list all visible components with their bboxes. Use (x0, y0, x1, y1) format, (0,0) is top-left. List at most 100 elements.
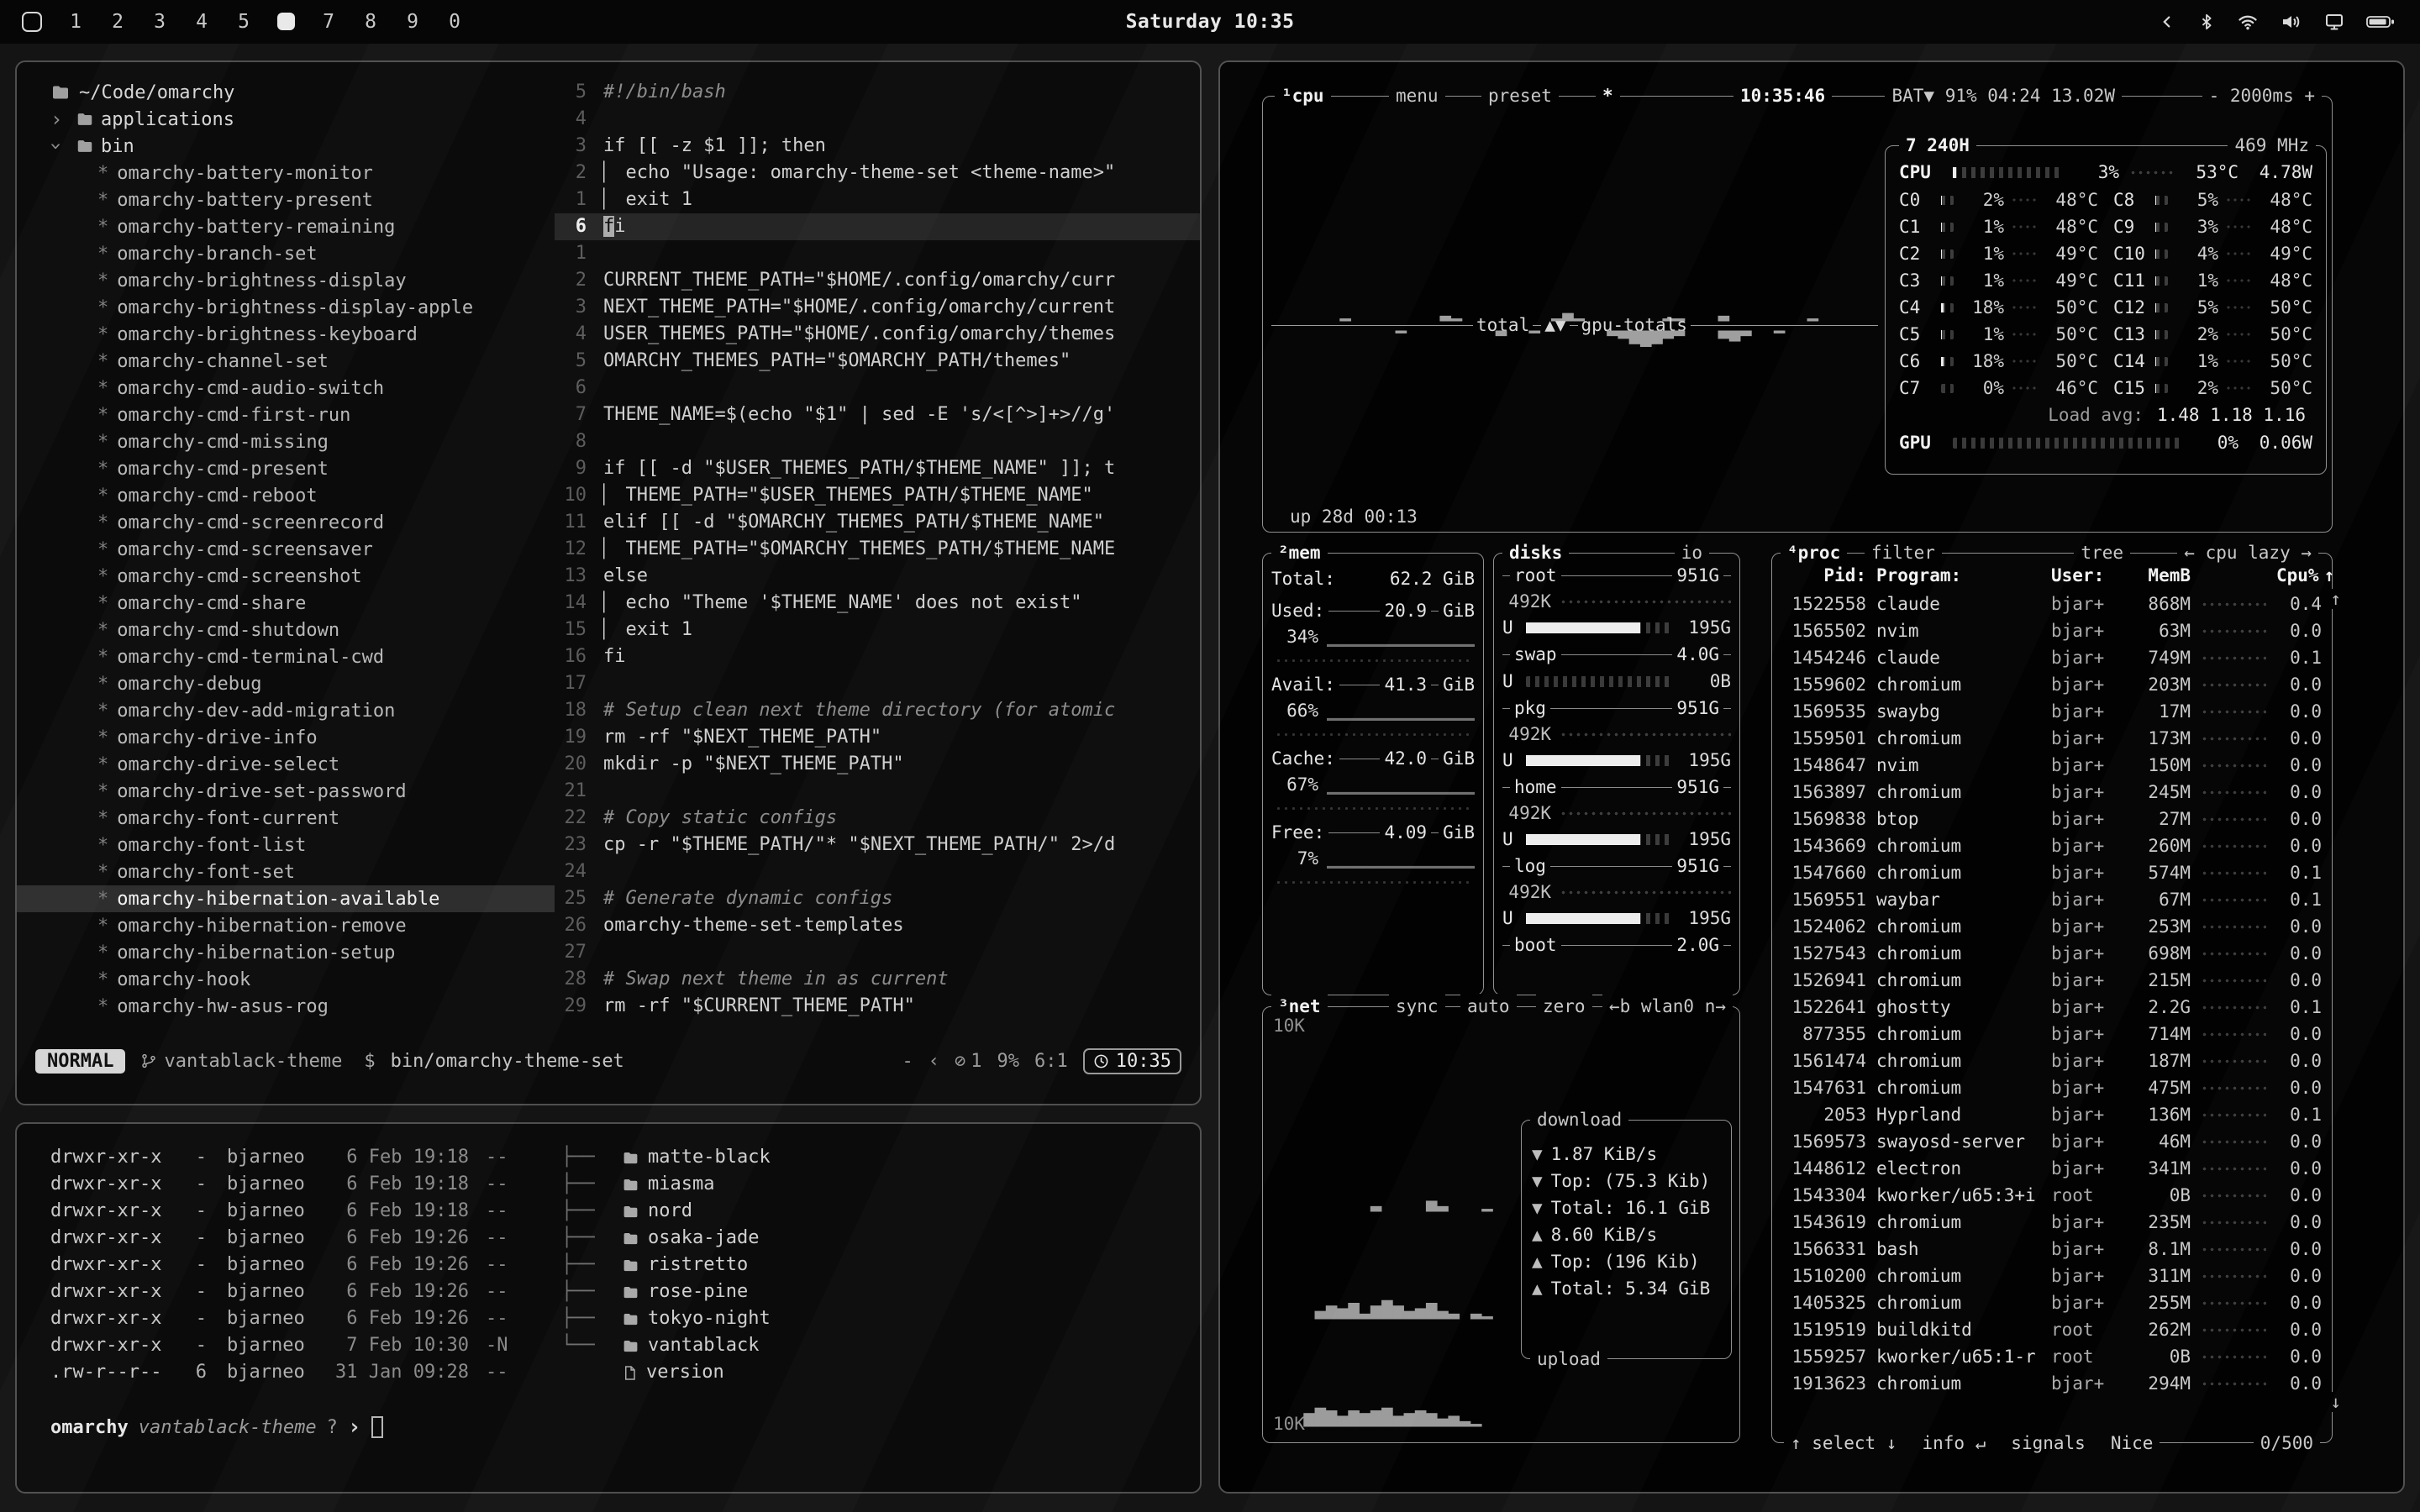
tree-item[interactable]: omarchy-cmd-share (17, 590, 555, 617)
tree-item[interactable]: omarchy-drive-select (17, 751, 555, 778)
process-row[interactable]: 2053 Hyprland bjar+ 136M 0.1 (1782, 1101, 2322, 1128)
tree-item[interactable]: omarchy-cmd-reboot (17, 482, 555, 509)
tree-item[interactable]: omarchy-hibernation-available (17, 885, 555, 912)
process-row[interactable]: 1519519 buildkitd root 262M 0.0 (1782, 1316, 2322, 1343)
net-interface-switcher[interactable]: ←b wlan0 n→ (1602, 994, 1733, 1019)
process-row[interactable]: 1543304 kworker/u65:3+i root 0B 0.0 (1782, 1182, 2322, 1209)
tree-item[interactable]: omarchy-drive-set-password (17, 778, 555, 805)
tree-item[interactable]: omarchy-brightness-display (17, 267, 555, 294)
filter-button[interactable]: filter (1865, 540, 1942, 565)
tree-item[interactable]: omarchy-branch-set (17, 240, 555, 267)
os-logo-icon[interactable] (22, 12, 42, 32)
tree-item[interactable]: omarchy-hibernation-setup (17, 939, 555, 966)
tree-item[interactable]: omarchy-cmd-missing (17, 428, 555, 455)
process-row[interactable]: 1569573 swayosd-server bjar+ 46M 0.0 (1782, 1128, 2322, 1155)
workspace-button[interactable]: 0 (446, 11, 463, 33)
process-row[interactable]: 1569551 waybar bjar+ 67M 0.1 (1782, 886, 2322, 913)
tree-item[interactable]: omarchy-debug (17, 670, 555, 697)
tree-item[interactable]: bin (17, 133, 555, 160)
display-icon[interactable] (2324, 12, 2344, 32)
process-row[interactable]: 1522641 ghostty bjar+ 2.2G 0.1 (1782, 994, 2322, 1021)
net-zero-toggle[interactable]: zero (1536, 994, 1592, 1019)
tree-item[interactable]: omarchy-battery-remaining (17, 213, 555, 240)
process-row[interactable]: 1547660 chromium bjar+ 574M 0.1 (1782, 859, 2322, 886)
tree-item[interactable]: omarchy-brightness-keyboard (17, 321, 555, 348)
tree-item[interactable]: omarchy-cmd-first-run (17, 402, 555, 428)
volume-icon[interactable] (2281, 12, 2302, 32)
workspace-button[interactable]: 2 (109, 11, 126, 33)
workspace-button[interactable]: 5 (235, 11, 252, 33)
process-row[interactable]: 1405325 chromium bjar+ 255M 0.0 (1782, 1289, 2322, 1316)
workspace-button[interactable]: 9 (404, 11, 421, 33)
wifi-icon[interactable] (2237, 12, 2259, 32)
process-row[interactable]: 1563897 chromium bjar+ 245M 0.0 (1782, 779, 2322, 806)
preset-button[interactable]: preset (1481, 83, 1559, 108)
process-row[interactable]: 1559501 chromium bjar+ 173M 0.0 (1782, 725, 2322, 752)
net-sync-toggle[interactable]: sync (1389, 994, 1445, 1019)
command-line[interactable] (17, 1080, 1200, 1104)
process-row[interactable]: 1559257 kworker/u65:1-r root 0B 0.0 (1782, 1343, 2322, 1370)
tree-item[interactable]: omarchy-cmd-terminal-cwd (17, 643, 555, 670)
tree-item[interactable]: omarchy-hibernation-remove (17, 912, 555, 939)
tree-item[interactable]: applications (17, 106, 555, 133)
tree-item[interactable]: omarchy-cmd-screenshot (17, 563, 555, 590)
process-box-label[interactable]: ⁴proc (1781, 540, 1847, 565)
process-footer-action[interactable]: ↑ select ↓ (1791, 1431, 1897, 1456)
workspace-button[interactable]: 1 (67, 11, 84, 33)
process-row[interactable]: 1548647 nvim bjar+ 150M 0.0 (1782, 752, 2322, 779)
process-row[interactable]: 1561474 chromium bjar+ 187M 0.0 (1782, 1047, 2322, 1074)
tree-item[interactable]: omarchy-battery-monitor (17, 160, 555, 186)
tree-item[interactable]: omarchy-drive-info (17, 724, 555, 751)
process-row[interactable]: 1566331 bash bjar+ 8.1M 0.0 (1782, 1236, 2322, 1263)
bluetooth-icon[interactable] (2198, 12, 2215, 32)
sort-column-selector[interactable]: ← cpu lazy → (2177, 540, 2318, 565)
memory-box-label[interactable]: ²mem (1271, 540, 1328, 565)
process-row[interactable]: 1454246 claude bjar+ 749M 0.1 (1782, 644, 2322, 671)
process-row[interactable]: 1547631 chromium bjar+ 475M 0.0 (1782, 1074, 2322, 1101)
process-row[interactable]: 1559602 chromium bjar+ 203M 0.0 (1782, 671, 2322, 698)
tree-item[interactable]: omarchy-dev-add-migration (17, 697, 555, 724)
process-row[interactable]: 1913623 chromium bjar+ 294M 0.0 (1782, 1370, 2322, 1397)
tray-expand-icon[interactable] (2158, 13, 2176, 31)
cpu-box-label[interactable]: ¹cpu (1275, 83, 1331, 108)
tree-item[interactable]: omarchy-hw-asus-rog (17, 993, 555, 1020)
tree-item[interactable]: omarchy-font-current (17, 805, 555, 832)
tree-item[interactable]: omarchy-font-set (17, 858, 555, 885)
tree-item[interactable]: omarchy-brightness-display-apple (17, 294, 555, 321)
tree-item[interactable]: omarchy-hook (17, 966, 555, 993)
process-row[interactable]: 1524062 chromium bjar+ 253M 0.0 (1782, 913, 2322, 940)
workspace-button[interactable]: 3 (151, 11, 168, 33)
shell-prompt[interactable]: omarchy vantablack-theme ? › (50, 1415, 1200, 1440)
tree-item[interactable]: omarchy-cmd-screenrecord (17, 509, 555, 536)
process-row[interactable]: 1569838 btop bjar+ 27M 0.0 (1782, 806, 2322, 832)
workspace-button[interactable]: 6 (277, 11, 295, 33)
io-mode-label[interactable]: io (1675, 540, 1709, 565)
net-auto-toggle[interactable]: auto (1460, 994, 1517, 1019)
process-row[interactable]: 1448612 electron bjar+ 341M 0.0 (1782, 1155, 2322, 1182)
process-row[interactable]: 1522558 claude bjar+ 868M 0.4 (1782, 591, 2322, 617)
tree-item[interactable]: omarchy-cmd-screensaver (17, 536, 555, 563)
process-row[interactable]: 1565502 nvim bjar+ 63M 0.0 (1782, 617, 2322, 644)
process-row[interactable]: 1569535 swaybg bjar+ 17M 0.0 (1782, 698, 2322, 725)
process-row[interactable]: 877355 chromium bjar+ 714M 0.0 (1782, 1021, 2322, 1047)
process-row[interactable]: 1543669 chromium bjar+ 260M 0.0 (1782, 832, 2322, 859)
tree-item[interactable]: omarchy-cmd-present (17, 455, 555, 482)
process-row[interactable]: 1510200 chromium bjar+ 311M 0.0 (1782, 1263, 2322, 1289)
tree-item[interactable]: omarchy-battery-present (17, 186, 555, 213)
file-tree[interactable]: ~/Code/omarchy applications bin (17, 79, 555, 1042)
tree-item[interactable]: omarchy-cmd-shutdown (17, 617, 555, 643)
process-footer-action[interactable]: info ↵ (1922, 1431, 1986, 1456)
workspace-button[interactable]: 7 (320, 11, 337, 33)
battery-icon[interactable] (2366, 14, 2395, 29)
process-row[interactable]: 1526941 chromium bjar+ 215M 0.0 (1782, 967, 2322, 994)
tree-item[interactable]: omarchy-font-list (17, 832, 555, 858)
process-row[interactable]: 1543619 chromium bjar+ 235M 0.0 (1782, 1209, 2322, 1236)
workspace-button[interactable]: 8 (362, 11, 379, 33)
code-buffer[interactable]: 5 #!/bin/bash 4 3 if [[ -z $1 ]]; then 2… (555, 79, 1200, 1042)
tree-toggle[interactable]: tree (2074, 540, 2130, 565)
workspace-button[interactable]: 4 (193, 11, 210, 33)
tree-item[interactable]: omarchy-channel-set (17, 348, 555, 375)
menu-button[interactable]: menu (1389, 83, 1445, 108)
process-footer-action[interactable]: signals (2011, 1431, 2086, 1456)
disks-box-label[interactable]: disks (1502, 540, 1569, 565)
